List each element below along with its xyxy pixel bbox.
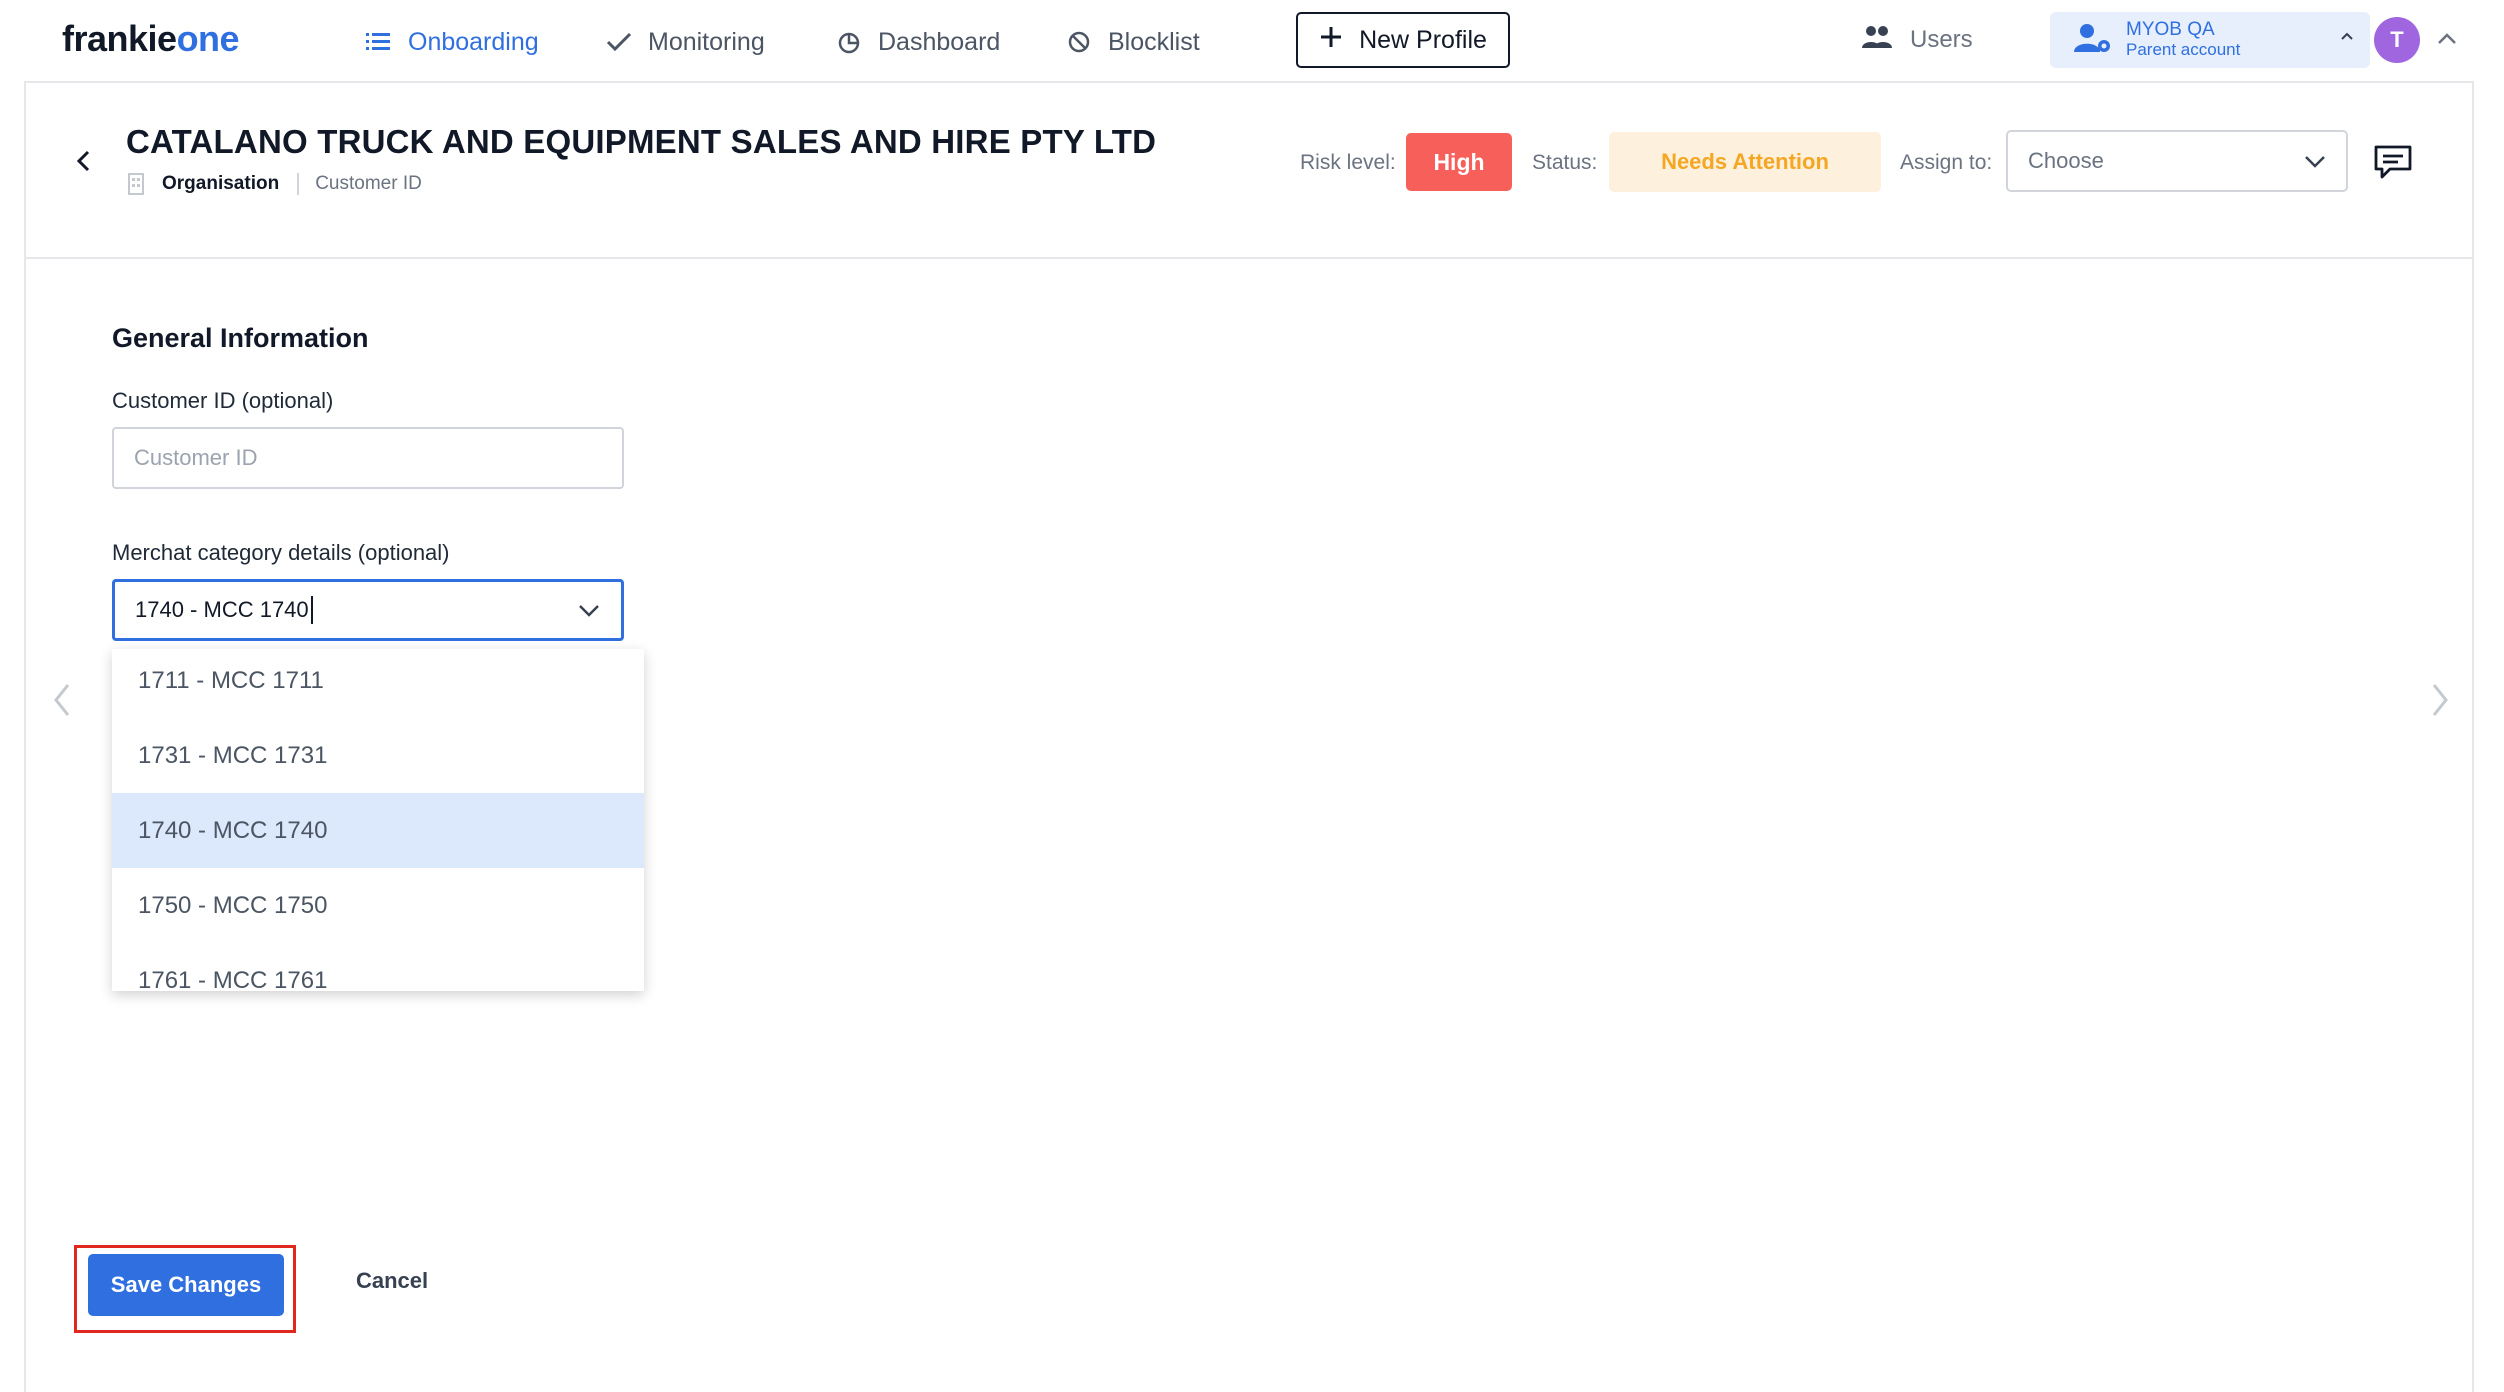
building-icon [128, 173, 144, 195]
mcc-field-label: Merchat category details (optional) [112, 540, 450, 565]
assign-to-select[interactable]: Choose [2006, 130, 2348, 192]
users-icon [1862, 24, 1892, 57]
assign-to-placeholder: Choose [2028, 148, 2104, 173]
back-arrow-icon[interactable] [66, 143, 102, 179]
nav-onboarding-label: Onboarding [408, 27, 539, 56]
status-badge: Needs Attention [1609, 132, 1881, 192]
status-label: Status: [1532, 151, 1598, 174]
customer-id-meta: Customer ID [315, 173, 422, 194]
section-title: General Information [112, 323, 369, 353]
mcc-option-selected[interactable]: 1740 - MCC 1740 [112, 793, 644, 868]
mcc-dropdown-menu: 1711 - MCC 1711 1731 - MCC 1731 1740 - M… [112, 649, 644, 991]
mcc-option[interactable]: 1731 - MCC 1731 [112, 718, 644, 793]
user-settings-icon [2074, 22, 2112, 59]
pie-chart-icon [834, 27, 864, 57]
list-icon [364, 27, 394, 57]
nav-onboarding[interactable]: Onboarding [364, 22, 539, 62]
new-profile-button[interactable]: New Profile [1296, 12, 1510, 68]
block-icon [1064, 27, 1094, 57]
mcc-option[interactable]: 1711 - MCC 1711 [112, 649, 644, 718]
checkmark-icon [604, 27, 634, 57]
mcc-select-value: 1740 - MCC 1740 [135, 597, 309, 622]
frankieone-logo[interactable]: frankieone [62, 18, 240, 60]
risk-level-label: Risk level: [1300, 151, 1396, 174]
chevron-right-icon[interactable] [2424, 677, 2454, 723]
top-navigation: frankieone Onboarding Monitoring Dashboa… [24, 0, 2474, 83]
logo-text-main: frankie [62, 18, 177, 59]
cancel-button[interactable]: Cancel [356, 1268, 428, 1294]
entity-title: CATALANO TRUCK AND EQUIPMENT SALES AND H… [126, 123, 1157, 160]
chevron-left-icon[interactable] [48, 677, 78, 723]
caret-up-icon [2340, 28, 2354, 46]
account-name: MYOB QA [2126, 19, 2215, 41]
save-changes-button[interactable]: Save Changes [88, 1254, 284, 1316]
avatar[interactable]: T [2374, 17, 2420, 63]
chevron-down-icon [2302, 148, 2328, 174]
nav-monitoring-label: Monitoring [648, 27, 765, 56]
nav-dashboard[interactable]: Dashboard [834, 22, 1000, 62]
mcc-select[interactable]: 1740 - MCC 1740 [112, 579, 624, 641]
nav-blocklist[interactable]: Blocklist [1064, 22, 1200, 62]
logo-text-accent: one [176, 18, 240, 59]
account-switcher[interactable]: MYOB QA Parent account [2050, 12, 2370, 68]
plus-icon [1319, 25, 1343, 56]
assign-to-label: Assign to: [1900, 151, 1993, 174]
chevron-up-icon[interactable] [2432, 24, 2462, 54]
text-cursor [310, 596, 313, 624]
new-profile-label: New Profile [1359, 25, 1487, 54]
nav-dashboard-label: Dashboard [878, 27, 1001, 56]
nav-blocklist-label: Blocklist [1108, 27, 1200, 56]
entity-meta: Organisation Customer ID [128, 173, 422, 195]
mcc-option[interactable]: 1750 - MCC 1750 [112, 868, 644, 943]
customer-id-input[interactable] [112, 427, 624, 489]
comment-icon[interactable] [2372, 143, 2414, 181]
users-label: Users [1910, 26, 1973, 53]
customer-id-field-label: Customer ID (optional) [112, 388, 334, 413]
nav-monitoring[interactable]: Monitoring [604, 22, 765, 62]
risk-level-badge: High [1406, 133, 1512, 191]
profile-header: CATALANO TRUCK AND EQUIPMENT SALES AND H… [26, 83, 2472, 259]
users-link[interactable]: Users [1862, 20, 1973, 60]
entity-type-label: Organisation [162, 173, 300, 195]
account-type: Parent account [2126, 40, 2241, 60]
mcc-option[interactable]: 1761 - MCC 1761 [112, 943, 644, 992]
profile-page: CATALANO TRUCK AND EQUIPMENT SALES AND H… [24, 83, 2474, 1392]
chevron-down-icon [575, 596, 603, 624]
